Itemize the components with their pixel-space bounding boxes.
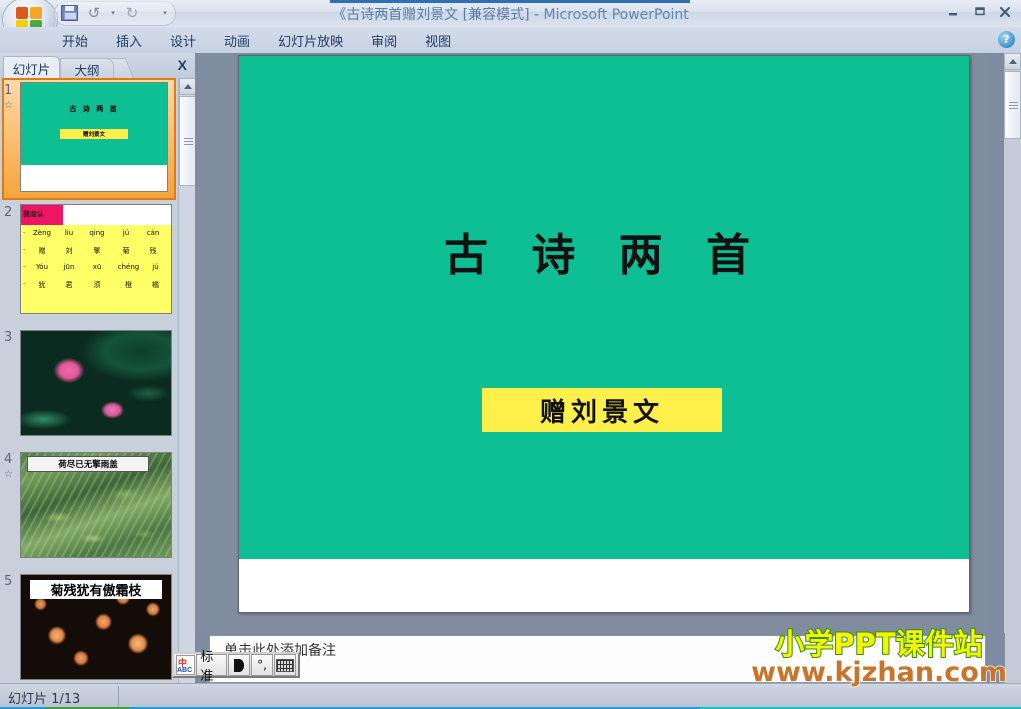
chevron-down-icon: ▾ — [111, 10, 115, 17]
slide-thumbnail[interactable]: 菊残犹有傲霜枝 — [20, 574, 172, 680]
thumb-slide-body: 我会认 · Zèng liu qing jú cán · 赠刘擎菊残 · Yóu jūn xū ch… — [21, 205, 171, 313]
tab-slideshow[interactable]: 幻灯片放映 — [264, 28, 357, 53]
scrollbar-thumb[interactable] — [1004, 71, 1021, 139]
slide-number: 1 — [4, 83, 13, 98]
slide-number: 4 — [4, 452, 13, 467]
tab-home[interactable]: 开始 — [48, 28, 102, 53]
window-controls — [941, 2, 1017, 22]
thumb-hanzi-row: · 犹君须橙橘 — [23, 280, 159, 289]
chinese-english-toggle-icon[interactable]: 中 ABC — [176, 655, 196, 675]
ribbon-tab-strip: 开始 插入 设计 动画 幻灯片放映 审阅 视图 ? — [0, 27, 1021, 54]
slide-thumbnail[interactable] — [20, 330, 172, 436]
slides-panel-scrollbar[interactable] — [178, 78, 196, 683]
soft-keyboard-icon[interactable] — [274, 654, 296, 676]
quick-access-toolbar: ↺ ▾ ↻ ▾ — [58, 2, 176, 24]
slide-background: 古 诗 两 首 赠刘景文 — [239, 56, 969, 559]
slide-thumbnail[interactable]: 我会认 · Zèng liu qing jú cán · 赠刘擎菊残 · Yóu jūn xū ch… — [20, 204, 172, 314]
chevron-down-icon: ▾ — [163, 10, 167, 17]
scrollbar-track[interactable] — [1004, 53, 1021, 633]
list-item[interactable]: 1 ☆ 古 诗 两 首 赠刘景文 — [0, 78, 178, 200]
notes-pane: 单击此处添加备注 — [195, 633, 1005, 683]
half-moon-icon[interactable] — [228, 654, 250, 676]
triangle-up-icon — [1008, 59, 1017, 64]
save-button[interactable] — [58, 3, 80, 23]
thumb-pinyin-row: · Zèng liu qing jú cán — [23, 229, 160, 237]
tab-animations[interactable]: 动画 — [210, 28, 264, 53]
slide-number: 3 — [4, 330, 13, 345]
thumb-slide-body: 古 诗 两 首 赠刘景文 — [21, 83, 167, 166]
customize-qat-button[interactable]: ▾ — [154, 3, 176, 23]
undo-dropdown-button[interactable]: ▾ — [108, 3, 118, 23]
slide-editor-area: 古 诗 两 首 赠刘景文 — [195, 53, 1005, 633]
thumb-title: 古 诗 两 首 — [69, 105, 119, 114]
thumb-pinyin-row: · Yóu jūn xū chéng jú — [23, 263, 159, 271]
slide-title-text[interactable]: 古 诗 两 首 — [239, 219, 969, 283]
slide-editor-canvas: 古 诗 两 首 赠刘景文 — [195, 53, 990, 633]
powerpoint-window: 《古诗两首赠刘景文 [兼容模式] - Microsoft PowerPoint — [0, 0, 1021, 709]
scrollbar-grip-icon — [1009, 102, 1018, 109]
title-bar-highlight — [330, 0, 690, 3]
scrollbar-thumb[interactable] — [179, 96, 196, 186]
current-slide[interactable]: 古 诗 两 首 赠刘景文 — [238, 55, 970, 613]
slide-thumbnail[interactable]: 荷尽已无擎雨盖 — [20, 452, 172, 558]
save-icon — [60, 5, 78, 21]
close-panel-button[interactable]: X — [178, 57, 187, 73]
ribbon-tabs: 开始 插入 设计 动画 幻灯片放映 审阅 视图 — [48, 27, 465, 53]
tab-view[interactable]: 视图 — [411, 28, 465, 53]
slide-thumbnail[interactable]: 古 诗 两 首 赠刘景文 — [20, 82, 168, 192]
thumb-subtitle: 赠刘景文 — [60, 128, 128, 139]
title-bar: 《古诗两首赠刘景文 [兼容模式] - Microsoft PowerPoint — [0, 0, 1021, 44]
slide-subtitle-text[interactable]: 赠刘景文 — [482, 388, 722, 432]
minimize-button[interactable] — [941, 2, 965, 22]
window-title-separator: - — [529, 7, 544, 23]
status-bar: 幻灯片 1/13 — [0, 683, 1021, 709]
undo-button[interactable]: ↺ — [83, 3, 105, 23]
list-item[interactable]: 4 ☆ 荷尽已无擎雨盖 — [0, 444, 178, 566]
redo-button[interactable]: ↻ — [121, 3, 143, 23]
triangle-up-icon — [183, 84, 192, 89]
tab-outline[interactable]: 大纲 — [60, 58, 114, 79]
scrollbar-grip-icon — [184, 138, 193, 145]
ime-language-bar[interactable]: 中 ABC 标准 °, — [172, 650, 300, 684]
window-title-app: Microsoft PowerPoint — [543, 7, 689, 23]
window-title-document: 《古诗两首赠刘景文 [兼容模式] — [332, 7, 530, 23]
slide-number: 5 — [4, 574, 13, 589]
tab-design[interactable]: 设计 — [156, 28, 210, 53]
slide-counter: 幻灯片 1/13 — [8, 692, 81, 707]
status-divider — [118, 686, 119, 708]
ime-mode-button[interactable]: 标准 — [196, 650, 227, 684]
redo-icon: ↻ — [125, 3, 139, 22]
slides-panel-tabs: 幻灯片 大纲 X — [0, 53, 195, 79]
scroll-up-button[interactable] — [1004, 53, 1021, 70]
editor-vertical-scrollbar[interactable] — [1004, 53, 1021, 633]
punctuation-icon[interactable]: °, — [251, 654, 273, 676]
list-item[interactable]: 3 — [0, 322, 178, 444]
list-item[interactable]: 5 菊残犹有傲霜枝 — [0, 566, 178, 683]
thumb-caption: 荷尽已无擎雨盖 — [27, 456, 149, 473]
slide-thumbnail-list: 1 ☆ 古 诗 两 首 赠刘景文 2 我会认 · Zèng liu qing j… — [0, 78, 178, 683]
help-icon[interactable]: ? — [998, 31, 1015, 48]
tab-review[interactable]: 审阅 — [357, 28, 411, 53]
thumb-header-label: 我会认 — [23, 211, 44, 218]
close-button[interactable] — [993, 2, 1017, 22]
restore-button[interactable] — [967, 2, 991, 22]
animation-indicator-icon: ☆ — [4, 100, 13, 111]
slide-number: 2 — [4, 205, 13, 220]
tab-insert[interactable]: 插入 — [102, 28, 156, 53]
tab-slides[interactable]: 幻灯片 — [3, 56, 60, 79]
scroll-up-button[interactable] — [179, 78, 196, 95]
undo-icon: ↺ — [87, 3, 101, 22]
notes-textbox[interactable]: 单击此处添加备注 — [209, 635, 986, 683]
thumb-hanzi-row: · 赠刘擎菊残 — [23, 246, 157, 255]
slides-panel: 幻灯片 大纲 X 1 ☆ 古 诗 两 首 赠刘景文 2 我会认 · Zèng l… — [0, 53, 196, 683]
lotus-photo — [21, 331, 171, 435]
list-item[interactable]: 2 我会认 · Zèng liu qing jú cán · 赠刘擎菊残 · Y… — [0, 200, 178, 322]
thumb-caption: 菊残犹有傲霜枝 — [30, 580, 162, 600]
animation-indicator-icon: ☆ — [4, 469, 13, 480]
